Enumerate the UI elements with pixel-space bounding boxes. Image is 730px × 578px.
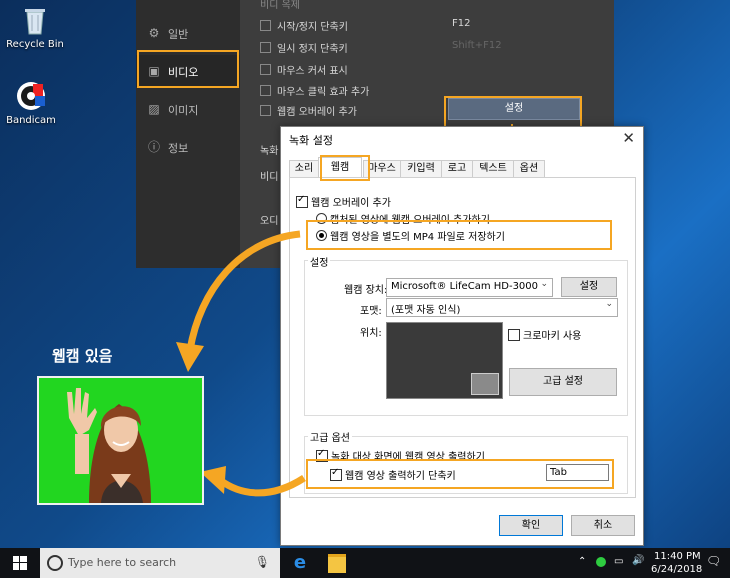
clock-date[interactable]: 6/24/2018	[651, 564, 702, 575]
volume-icon[interactable]: 🔊	[632, 555, 644, 566]
network-icon[interactable]: ▭	[614, 556, 623, 567]
notification-icon[interactable]: 🗨	[706, 554, 721, 568]
taskbar-search-box[interactable]: Type here to search 🎙	[40, 548, 280, 578]
windows-logo-icon	[13, 556, 27, 570]
person-waving-icon	[39, 378, 202, 503]
taskbar: Type here to search 🎙 e ⌃ ▭ 🔊 11:40 PM 6…	[0, 548, 730, 578]
file-explorer-taskbar-icon[interactable]	[328, 554, 346, 573]
green-status-icon[interactable]	[596, 557, 606, 567]
microphone-icon[interactable]: 🎙	[255, 555, 270, 569]
cortana-icon	[47, 555, 63, 571]
edge-taskbar-icon[interactable]: e	[290, 553, 310, 573]
webcam-caption: 웹캠 있음	[52, 347, 113, 365]
arrow-head-down	[176, 342, 204, 372]
webcam-preview-image	[37, 376, 204, 505]
search-placeholder: Type here to search	[68, 556, 177, 569]
tray-chevron-icon[interactable]: ⌃	[578, 556, 586, 567]
start-button[interactable]	[0, 548, 40, 578]
clock-time[interactable]: 11:40 PM	[654, 551, 701, 562]
